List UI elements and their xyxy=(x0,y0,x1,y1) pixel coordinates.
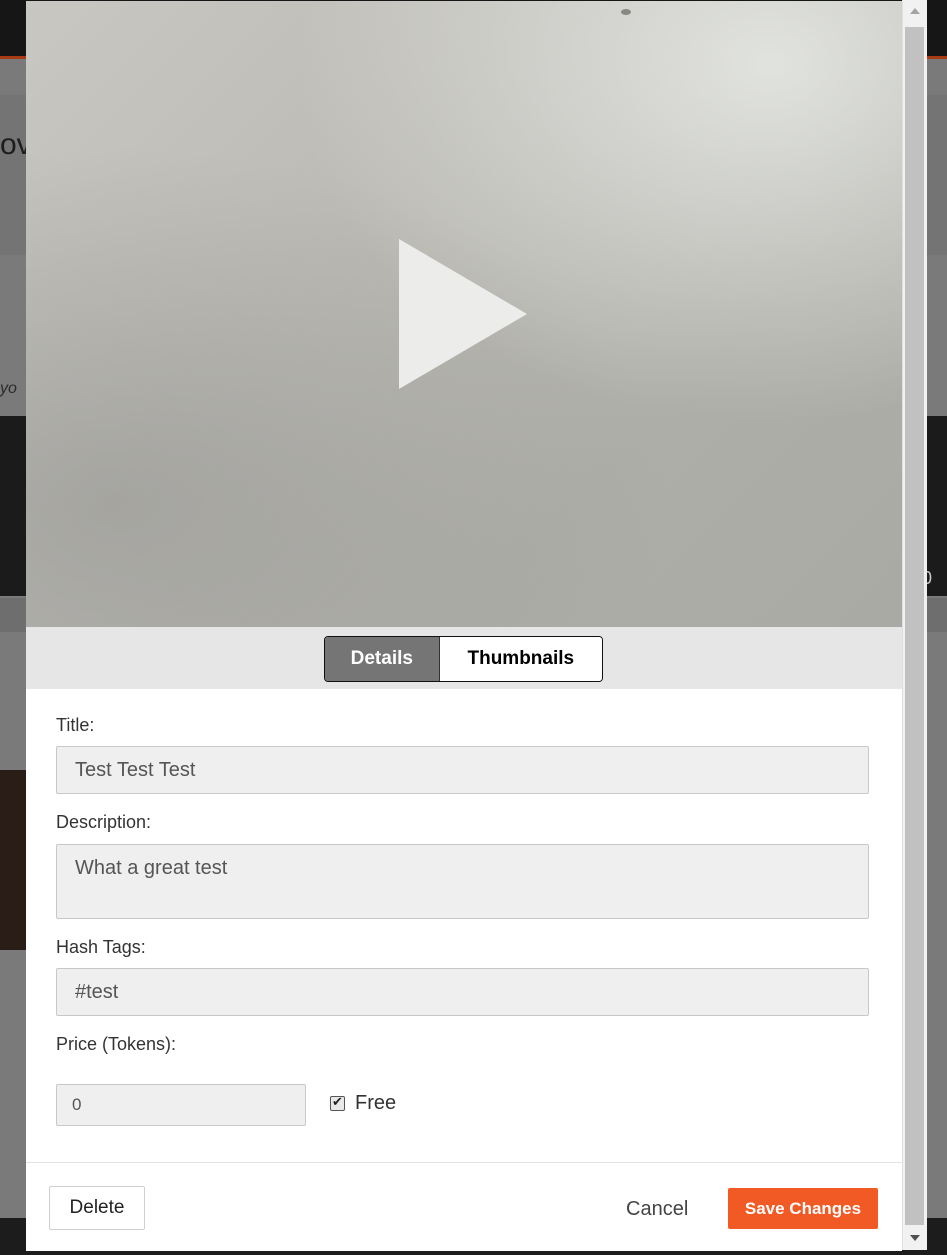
cancel-button[interactable]: Cancel xyxy=(626,1188,688,1230)
save-changes-button[interactable]: Save Changes xyxy=(728,1188,878,1229)
tab-details[interactable]: Details xyxy=(325,637,439,681)
hashtags-label: Hash Tags: xyxy=(56,937,146,957)
scrollbar-thumb[interactable] xyxy=(905,27,924,1225)
price-input[interactable]: 0 xyxy=(56,1084,306,1126)
title-input[interactable]: Test Test Test xyxy=(56,746,869,794)
edit-video-modal: Details Thumbnails Title: Test Test Test… xyxy=(26,1,902,1251)
play-icon[interactable] xyxy=(399,239,527,389)
description-textarea[interactable]: What a great test xyxy=(56,844,869,919)
checkmark-icon: ✔ xyxy=(332,1094,343,1109)
tab-thumbnails[interactable]: Thumbnails xyxy=(438,637,602,681)
tab-bar: Details Thumbnails xyxy=(26,627,902,689)
footer-divider xyxy=(26,1162,902,1163)
free-label[interactable]: Free xyxy=(355,1092,396,1115)
tab-group: Details Thumbnails xyxy=(324,636,603,682)
video-frame-detail xyxy=(621,9,631,15)
scroll-up-arrow-icon[interactable] xyxy=(910,8,920,14)
background-thumbnail xyxy=(0,770,26,950)
scroll-down-arrow-icon[interactable] xyxy=(910,1235,920,1241)
background-video-left xyxy=(0,416,26,596)
description-label: Description: xyxy=(56,812,152,832)
free-checkbox[interactable]: ✔ xyxy=(330,1094,345,1111)
title-label: Title: xyxy=(56,715,95,735)
background-row xyxy=(0,598,26,632)
video-player[interactable] xyxy=(26,1,902,627)
price-label: Price (Tokens): xyxy=(56,1034,177,1054)
free-checkbox-group[interactable]: ✔ Free xyxy=(330,1092,396,1115)
delete-button[interactable]: Delete xyxy=(49,1186,145,1230)
hashtags-input[interactable]: #test xyxy=(56,968,869,1016)
scrollbar[interactable] xyxy=(902,0,927,1250)
background-text-fragment: yo xyxy=(0,380,17,397)
